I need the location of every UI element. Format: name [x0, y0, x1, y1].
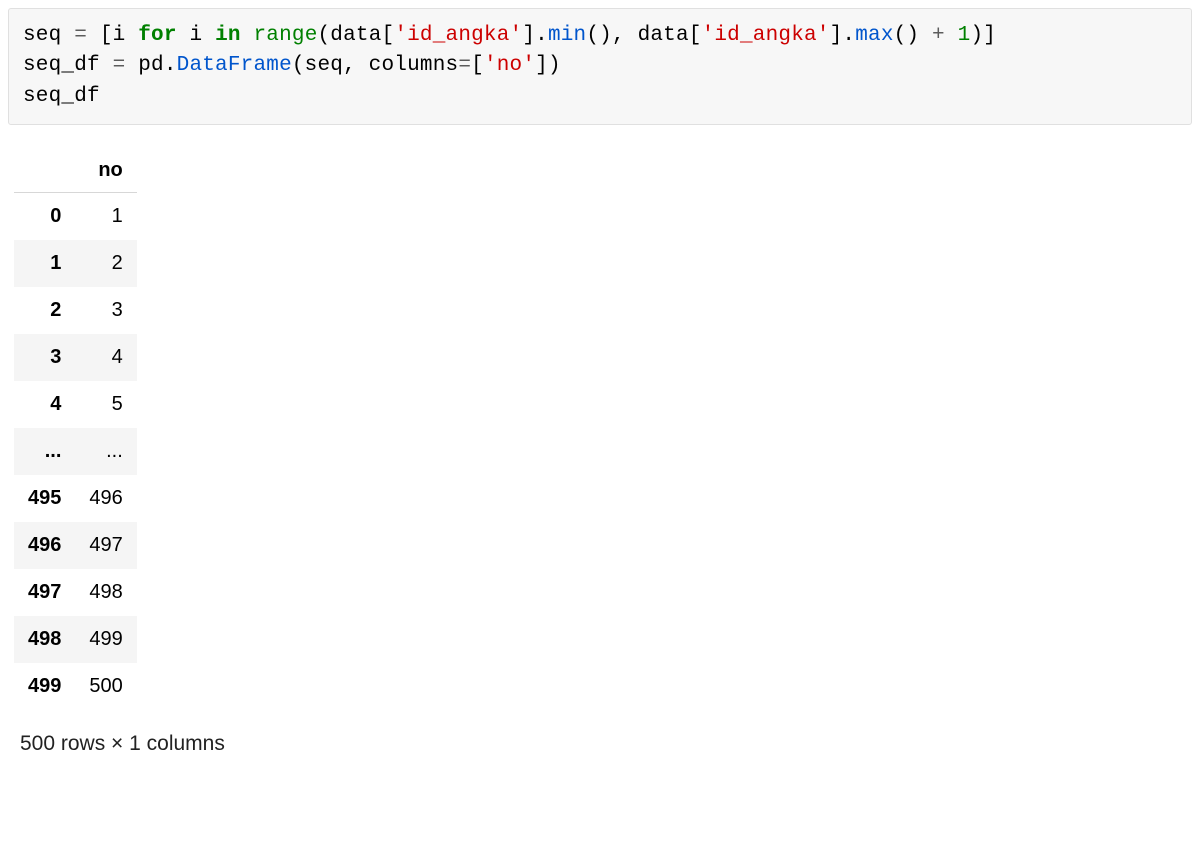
output-area: no 0112233445......495496496497497498498…: [14, 149, 1192, 756]
row-index: 495: [14, 475, 75, 522]
table-row: 498499: [14, 616, 137, 663]
table-corner-cell: [14, 149, 75, 193]
table-row: 12: [14, 240, 137, 287]
cell-no: 3: [75, 287, 136, 334]
code-text: [945, 24, 958, 47]
code-text: (data[: [318, 24, 395, 47]
code-text: )]: [970, 24, 996, 47]
code-string: 'id_angka': [702, 24, 830, 47]
dataframe-shape: 500 rows × 1 columns: [20, 732, 1192, 756]
column-header-no: no: [75, 149, 136, 193]
cell-no: 496: [75, 475, 136, 522]
table-row: 495496: [14, 475, 137, 522]
code-text: pd.: [125, 54, 176, 77]
cell-no: 499: [75, 616, 136, 663]
code-string: 'no': [484, 54, 535, 77]
row-index: 498: [14, 616, 75, 663]
code-text: ].: [830, 24, 856, 47]
code-text: [: [471, 54, 484, 77]
table-row: 34: [14, 334, 137, 381]
code-keyword: in: [215, 24, 241, 47]
row-index: 497: [14, 569, 75, 616]
code-text: i: [177, 24, 215, 47]
cell-no: 5: [75, 381, 136, 428]
code-call: max: [855, 24, 893, 47]
code-call: min: [548, 24, 586, 47]
table-row: ......: [14, 428, 137, 475]
code-text: (), data[: [586, 24, 701, 47]
cell-no: 4: [75, 334, 136, 381]
code-operator: =: [113, 54, 126, 77]
code-builtin: range: [253, 24, 317, 47]
dataframe-table: no 0112233445......495496496497497498498…: [14, 149, 137, 710]
code-operator: =: [458, 54, 471, 77]
table-row: 01: [14, 193, 137, 241]
table-header-row: no: [14, 149, 137, 193]
table-row: 45: [14, 381, 137, 428]
code-operator: =: [74, 24, 87, 47]
row-index: 3: [14, 334, 75, 381]
table-row: 499500: [14, 663, 137, 710]
table-row: 23: [14, 287, 137, 334]
code-text: (seq, columns: [292, 54, 458, 77]
row-index: 4: [14, 381, 75, 428]
code-input-cell[interactable]: seq = [i for i in range(data['id_angka']…: [8, 8, 1192, 125]
cell-no: 497: [75, 522, 136, 569]
row-index: ...: [14, 428, 75, 475]
cell-no: 2: [75, 240, 136, 287]
code-text: [i: [87, 24, 138, 47]
cell-no: 1: [75, 193, 136, 241]
code-text: seq: [23, 24, 74, 47]
code-string: 'id_angka': [394, 24, 522, 47]
code-text: ].: [522, 24, 548, 47]
row-index: 1: [14, 240, 75, 287]
code-operator: +: [932, 24, 945, 47]
cell-no: ...: [75, 428, 136, 475]
code-text: seq_df: [23, 85, 100, 108]
code-text: (): [894, 24, 932, 47]
table-row: 497498: [14, 569, 137, 616]
table-row: 496497: [14, 522, 137, 569]
code-keyword: for: [138, 24, 176, 47]
row-index: 496: [14, 522, 75, 569]
code-number: 1: [958, 24, 971, 47]
cell-no: 498: [75, 569, 136, 616]
cell-no: 500: [75, 663, 136, 710]
row-index: 499: [14, 663, 75, 710]
row-index: 2: [14, 287, 75, 334]
code-call: DataFrame: [177, 54, 292, 77]
code-text: ]): [535, 54, 561, 77]
row-index: 0: [14, 193, 75, 241]
code-text: [241, 24, 254, 47]
code-text: seq_df: [23, 54, 113, 77]
